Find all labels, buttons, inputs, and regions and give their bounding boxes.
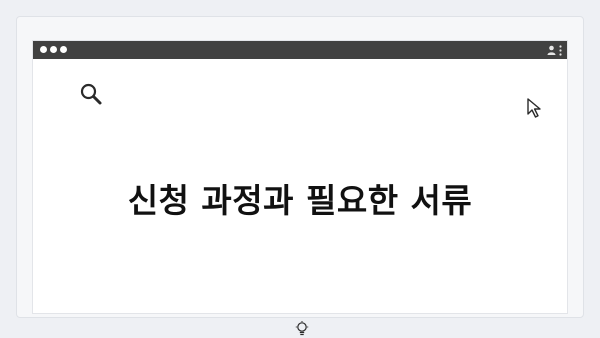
- window-close-dot[interactable]: [40, 46, 47, 53]
- slide-content: 신청 과정과 필요한 서류: [33, 59, 567, 336]
- search-icon: [80, 83, 102, 105]
- user-icon[interactable]: [547, 45, 556, 55]
- page-title: 신청 과정과 필요한 서류: [127, 181, 473, 220]
- window-minimize-dot[interactable]: [50, 46, 57, 53]
- lightbulb-icon: [295, 321, 309, 336]
- cursor-arrow-icon: [527, 98, 541, 118]
- more-vertical-icon[interactable]: [559, 44, 562, 56]
- window-titlebar: [33, 41, 567, 59]
- browser-window: 신청 과정과 필요한 서류: [32, 40, 568, 336]
- window-maximize-dot[interactable]: [60, 46, 67, 53]
